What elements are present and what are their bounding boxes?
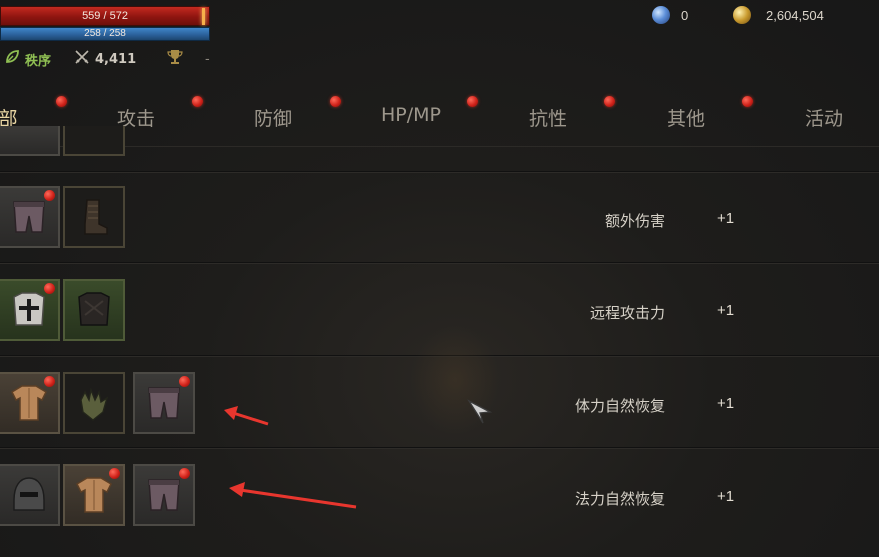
item-slot[interactable] — [133, 464, 195, 526]
tab-label: 其他 — [666, 108, 706, 130]
item-slot[interactable] — [63, 279, 125, 341]
item-slot-partial[interactable] — [63, 126, 125, 156]
cloth-shirt-icon — [11, 385, 47, 421]
gem-amount: 0 — [681, 7, 689, 23]
tab-hpmp[interactable]: HP/MP — [381, 104, 441, 126]
leather-pants-icon — [13, 201, 45, 233]
leather-pants-icon — [148, 387, 180, 419]
boot-icon — [84, 199, 108, 235]
alert-badge — [109, 468, 120, 479]
glove-icon — [80, 387, 109, 421]
item-slot-partial[interactable] — [0, 126, 60, 156]
row-divider — [0, 171, 879, 173]
leaf-icon — [4, 49, 20, 69]
mp-text: 258 / 258 — [84, 28, 126, 39]
tab-resistance[interactable]: 抗性 — [529, 104, 567, 131]
leather-pants-icon — [148, 479, 180, 511]
gem-currency[interactable]: 0 — [652, 6, 688, 24]
hp-bar: 559 / 572 — [0, 6, 210, 26]
category-tabs: 部 攻击 防御 HP/MP 抗性 其他 活动 — [0, 96, 879, 146]
tab-alert-dot — [56, 96, 67, 107]
combat-power: 4,411 — [74, 49, 136, 69]
item-slot[interactable] — [63, 372, 125, 434]
item-slot[interactable] — [0, 372, 60, 434]
tab-defense[interactable]: 防御 — [254, 104, 292, 131]
stat-name: 远程攻击力 — [589, 304, 665, 322]
collection-row[interactable]: 法力自然恢复 +1 — [0, 450, 879, 542]
tabs-divider — [0, 146, 879, 147]
tab-alert-dot — [330, 96, 341, 107]
hp-text: 559 / 572 — [82, 10, 128, 22]
gold-amount: 2,604,504 — [766, 7, 824, 23]
alert-badge — [44, 190, 55, 201]
tab-alert-dot — [192, 96, 203, 107]
item-slot[interactable] — [0, 279, 60, 341]
stat-value: +1 — [717, 488, 735, 505]
trophy-indicator[interactable]: - — [166, 49, 210, 69]
item-slot[interactable] — [0, 186, 60, 248]
tab-label: HP/MP — [381, 104, 441, 126]
tab-label: 防御 — [253, 108, 293, 130]
helmet-icon — [13, 477, 45, 511]
annotation-arrow-icon — [224, 406, 269, 426]
trophy-icon — [166, 49, 184, 69]
alert-badge — [179, 468, 190, 479]
alert-badge — [179, 376, 190, 387]
tab-alert-dot — [467, 96, 478, 107]
mp-bar: 258 / 258 — [0, 27, 210, 41]
tab-label: 抗性 — [528, 108, 568, 130]
cursor-icon — [467, 399, 493, 424]
row-divider — [0, 447, 879, 449]
stat-name: 法力自然恢复 — [574, 490, 665, 508]
cloth-shirt-icon — [76, 477, 112, 513]
leather-armor-icon — [78, 292, 110, 326]
item-slot[interactable] — [63, 464, 125, 526]
combat-power-value: 4,411 — [95, 51, 137, 67]
tab-alert-dot — [604, 96, 615, 107]
stat-name: 额外伤害 — [604, 212, 665, 230]
gold-currency[interactable]: 2,604,504 — [733, 6, 824, 24]
tab-other[interactable]: 其他 — [667, 104, 705, 131]
alert-badge — [44, 283, 55, 294]
tab-label: 活动 — [804, 108, 844, 130]
faction-label: 秩序 — [25, 53, 52, 69]
item-slot[interactable] — [133, 372, 195, 434]
tab-alert-dot — [742, 96, 753, 107]
alert-badge — [44, 376, 55, 387]
plate-armor-icon — [13, 292, 45, 326]
crossed-swords-icon — [74, 49, 90, 69]
annotation-arrow-icon — [229, 482, 357, 509]
gem-icon — [652, 6, 670, 24]
faction-indicator[interactable]: 秩序 — [4, 49, 51, 69]
stat-value: +1 — [717, 302, 735, 319]
stat-name: 体力自然恢复 — [574, 397, 665, 415]
stat-value: +1 — [717, 395, 735, 412]
row-divider — [0, 262, 879, 264]
stat-value: +1 — [717, 210, 735, 227]
trophy-value: - — [205, 51, 210, 67]
tab-event[interactable]: 活动 — [805, 104, 843, 131]
collection-row[interactable]: 额外伤害 +1 — [0, 174, 879, 266]
gold-coin-icon — [733, 6, 751, 24]
item-slot[interactable] — [0, 464, 60, 526]
item-slot[interactable] — [63, 186, 125, 248]
